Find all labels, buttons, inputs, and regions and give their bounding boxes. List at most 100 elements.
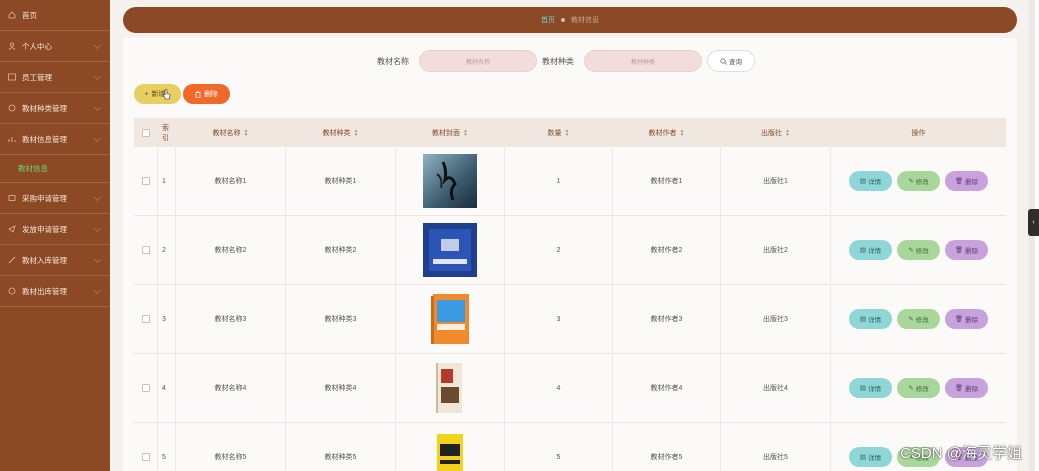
add-button[interactable]: + 新增 [134, 84, 181, 104]
chevron-down-icon [93, 255, 102, 264]
sidebar-subitem-label: 教材信息 [18, 164, 48, 173]
chevron-down-icon [93, 72, 102, 81]
batch-delete-button[interactable]: 删除 [183, 84, 230, 104]
sidebar-item-home[interactable]: 首页 [0, 0, 110, 31]
sidebar-item-staff[interactable]: 员工管理 [0, 62, 110, 93]
watermark: CSDN @海灵学姐 [900, 445, 1022, 462]
pencil-icon: ✎ [908, 385, 914, 392]
delete-button[interactable]: 🗑 删除 [945, 240, 988, 260]
pencil-icon: ✎ [908, 316, 914, 323]
row-index: 5 [158, 423, 176, 471]
row-checkbox[interactable] [141, 384, 150, 392]
sidebar-item-purchase[interactable]: 采购申请管理 [0, 183, 110, 214]
sort-icon: ▲ ▼ [463, 127, 468, 138]
chevron-down-icon [93, 103, 102, 112]
row-checkbox[interactable] [141, 177, 150, 185]
collapse-panel-tab[interactable]: ‹ [1028, 209, 1039, 236]
table-row: 4 教材名称4 教材种类4 4 教材作者4 出版社4 ▤ 详情 ✎ 修改 🗑 删除 [134, 354, 1006, 423]
select-all-checkbox[interactable] [141, 128, 150, 137]
edit-button[interactable]: ✎ 修改 [897, 309, 940, 329]
row-publisher: 出版社3 [721, 285, 831, 353]
edit-button[interactable]: ✎ 修改 [897, 378, 940, 398]
sidebar-item-label: 首页 [22, 10, 37, 20]
header-name[interactable]: 教材名称 ▲ ▼ [176, 118, 286, 147]
header-quantity[interactable]: 数量 ▲ ▼ [505, 118, 613, 147]
row-index: 2 [158, 216, 176, 284]
chevron-down-icon [93, 41, 102, 50]
table-row: 5 教材名称5 教材种类5 5 教材作者5 出版社5 ▤ 详情 ✎ 修改 🗑 删除 [134, 423, 1006, 471]
sidebar-item-stock-out[interactable]: 教材出库管理 [0, 276, 110, 307]
row-checkbox[interactable] [141, 315, 150, 323]
sidebar: 首页 个人中心 员工管理 教材种类管理 教材信息管理 教材信息 采购申请管理 发… [0, 0, 110, 471]
detail-button[interactable]: ▤ 详情 [849, 171, 892, 191]
row-type: 教材种类1 [286, 147, 396, 215]
row-checkbox[interactable] [141, 453, 150, 461]
header-publisher[interactable]: 出版社 ▲ ▼ [721, 118, 831, 147]
sidebar-item-label: 采购申请管理 [22, 193, 67, 203]
breadcrumb: 首页 教材信息 [123, 7, 1017, 33]
sidebar-item-label: 教材信息管理 [22, 134, 67, 144]
hand-cursor-icon [162, 88, 170, 99]
chart-icon [8, 135, 16, 143]
delete-button[interactable]: 🗑 删除 [945, 171, 988, 191]
edit-button[interactable]: ✎ 修改 [897, 171, 940, 191]
sidebar-item-label: 个人中心 [22, 41, 52, 51]
sidebar-item-material-info[interactable]: 教材信息管理 [0, 124, 110, 155]
list-icon [8, 104, 16, 112]
sort-icon: ▲ ▼ [243, 127, 249, 138]
row-name: 教材名称1 [176, 147, 286, 215]
row-type: 教材种类3 [286, 285, 396, 353]
row-quantity: 5 [505, 423, 613, 471]
grid-icon [8, 73, 16, 81]
box-icon [8, 256, 16, 264]
header-cover[interactable]: 教材封面 ▲ ▼ [396, 118, 505, 147]
header-type[interactable]: 教材种类 ▲ ▼ [286, 118, 396, 147]
row-author: 教材作者2 [613, 216, 721, 284]
document-icon: ▤ [859, 178, 867, 185]
sidebar-item-profile[interactable]: 个人中心 [0, 31, 110, 62]
header-author[interactable]: 教材作者 ▲ ▼ [613, 118, 721, 147]
header-index: 索引 [158, 118, 176, 147]
row-index: 1 [158, 147, 176, 215]
batch-delete-label: 删除 [204, 91, 218, 98]
row-name: 教材名称4 [176, 354, 286, 422]
plus-icon: + [144, 90, 149, 98]
sort-icon: ▲ ▼ [353, 127, 359, 138]
detail-button[interactable]: ▤ 详情 [849, 309, 892, 329]
document-icon: ▤ [859, 247, 867, 254]
search-icon [720, 57, 727, 65]
edit-button[interactable]: ✎ 修改 [897, 240, 940, 260]
query-button[interactable]: 查询 [707, 50, 755, 72]
sort-icon: ▲ ▼ [785, 127, 790, 138]
sidebar-item-stock-in[interactable]: 教材入库管理 [0, 245, 110, 276]
content-panel: 教材名称 教材名称 教材种类 教材种类 查询 + 新增 删除 索引 教材名称 ▲ ▼… [123, 38, 1017, 471]
sidebar-item-label: 员工管理 [22, 72, 52, 82]
row-publisher: 出版社1 [721, 147, 831, 215]
sort-icon: ▲ ▼ [679, 127, 685, 138]
row-name: 教材名称2 [176, 216, 286, 284]
name-search-input[interactable]: 教材名称 [419, 50, 537, 72]
detail-button[interactable]: ▤ 详情 [849, 378, 892, 398]
name-search-label: 教材名称 [377, 57, 409, 66]
delete-button[interactable]: 🗑 删除 [945, 309, 988, 329]
sidebar-subitem-material-info[interactable]: 教材信息 [0, 155, 110, 183]
trash-icon: 🗑 [954, 247, 964, 254]
detail-button[interactable]: ▤ 详情 [849, 447, 892, 467]
document-icon: ▤ [859, 385, 867, 392]
chevron-down-icon [93, 286, 102, 295]
row-index: 3 [158, 285, 176, 353]
breadcrumb-home[interactable]: 首页 [541, 15, 555, 25]
row-checkbox[interactable] [141, 246, 150, 254]
delete-button[interactable]: 🗑 删除 [945, 378, 988, 398]
table-row: 3 教材名称3 教材种类3 3 教材作者3 出版社3 ▤ 详情 ✎ 修改 🗑 删除 [134, 285, 1006, 354]
sidebar-item-distribution[interactable]: 发放申请管理 [0, 214, 110, 245]
book-cover-image [423, 223, 477, 277]
type-search-input[interactable]: 教材种类 [584, 50, 702, 72]
row-quantity: 1 [505, 147, 613, 215]
table-header: 索引 教材名称 ▲ ▼ 教材种类 ▲ ▼ 教材封面 ▲ ▼ 数量 ▲ ▼ 教材作者 ▲ ▼ 出版社 ▲… [134, 118, 1006, 147]
sidebar-item-material-types[interactable]: 教材种类管理 [0, 93, 110, 124]
cart-icon [8, 194, 16, 202]
pencil-icon: ✎ [908, 247, 914, 254]
search-bar: 教材名称 教材名称 教材种类 教材种类 查询 [123, 50, 1017, 72]
detail-button[interactable]: ▤ 详情 [849, 240, 892, 260]
